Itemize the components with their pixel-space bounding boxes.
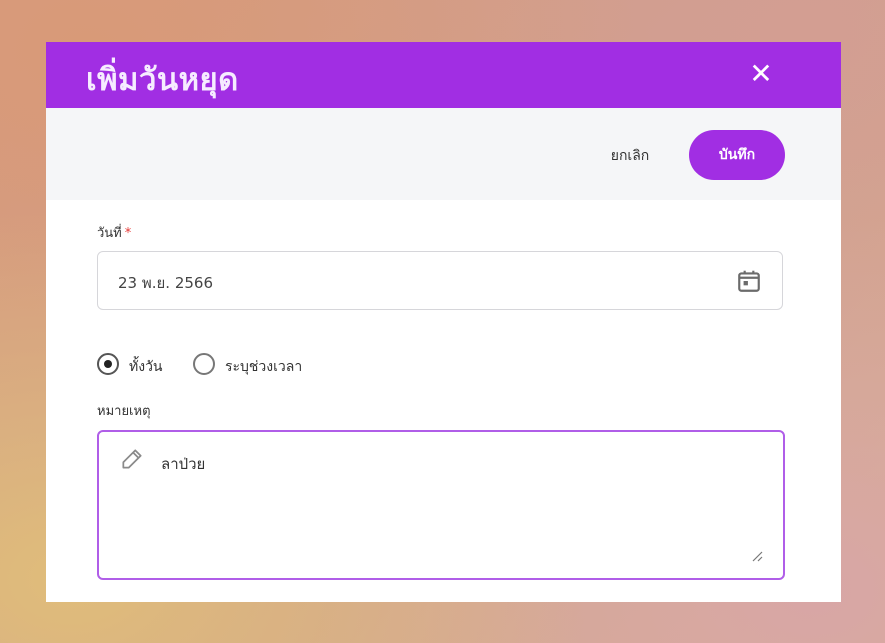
resize-handle-icon[interactable] (751, 550, 763, 562)
radio-all-day[interactable]: ทั้งวัน (97, 352, 187, 378)
dialog-title: เพิ่มวันหยุด (86, 62, 239, 98)
note-textarea[interactable]: ลาป่วย (97, 430, 785, 580)
dialog-toolbar: ยกเลิก บันทึก (46, 108, 841, 200)
save-button[interactable]: บันทึก (689, 130, 785, 180)
radio-specify-time-circle[interactable] (193, 353, 215, 375)
date-label: วันที่ * (97, 222, 131, 243)
add-holiday-dialog: เพิ่มวันหยุด ✕ ยกเลิก บันทึก วันที่ * 23 … (46, 42, 841, 602)
cancel-button[interactable]: ยกเลิก (591, 136, 669, 176)
note-label: หมายเหตุ (97, 404, 151, 419)
date-label-text: วันที่ (97, 226, 122, 241)
close-icon[interactable]: ✕ (743, 56, 779, 92)
duration-radio-group: ทั้งวัน ระบุช่วงเวลา (97, 352, 497, 378)
radio-specify-time-label: ระบุช่วงเวลา (225, 359, 303, 375)
note-value: ลาป่วย (161, 455, 206, 473)
date-value: 23 พ.ย. 2566 (118, 274, 214, 292)
calendar-icon[interactable] (736, 268, 762, 294)
edit-pencil-icon (122, 449, 142, 469)
radio-all-day-circle[interactable] (97, 353, 119, 375)
radio-all-day-label: ทั้งวัน (129, 359, 163, 375)
dialog-header: เพิ่มวันหยุด ✕ (46, 42, 841, 108)
radio-specify-time[interactable]: ระบุช่วงเวลา (193, 352, 353, 378)
date-field[interactable]: 23 พ.ย. 2566 (97, 251, 783, 310)
required-marker: * (124, 226, 132, 241)
